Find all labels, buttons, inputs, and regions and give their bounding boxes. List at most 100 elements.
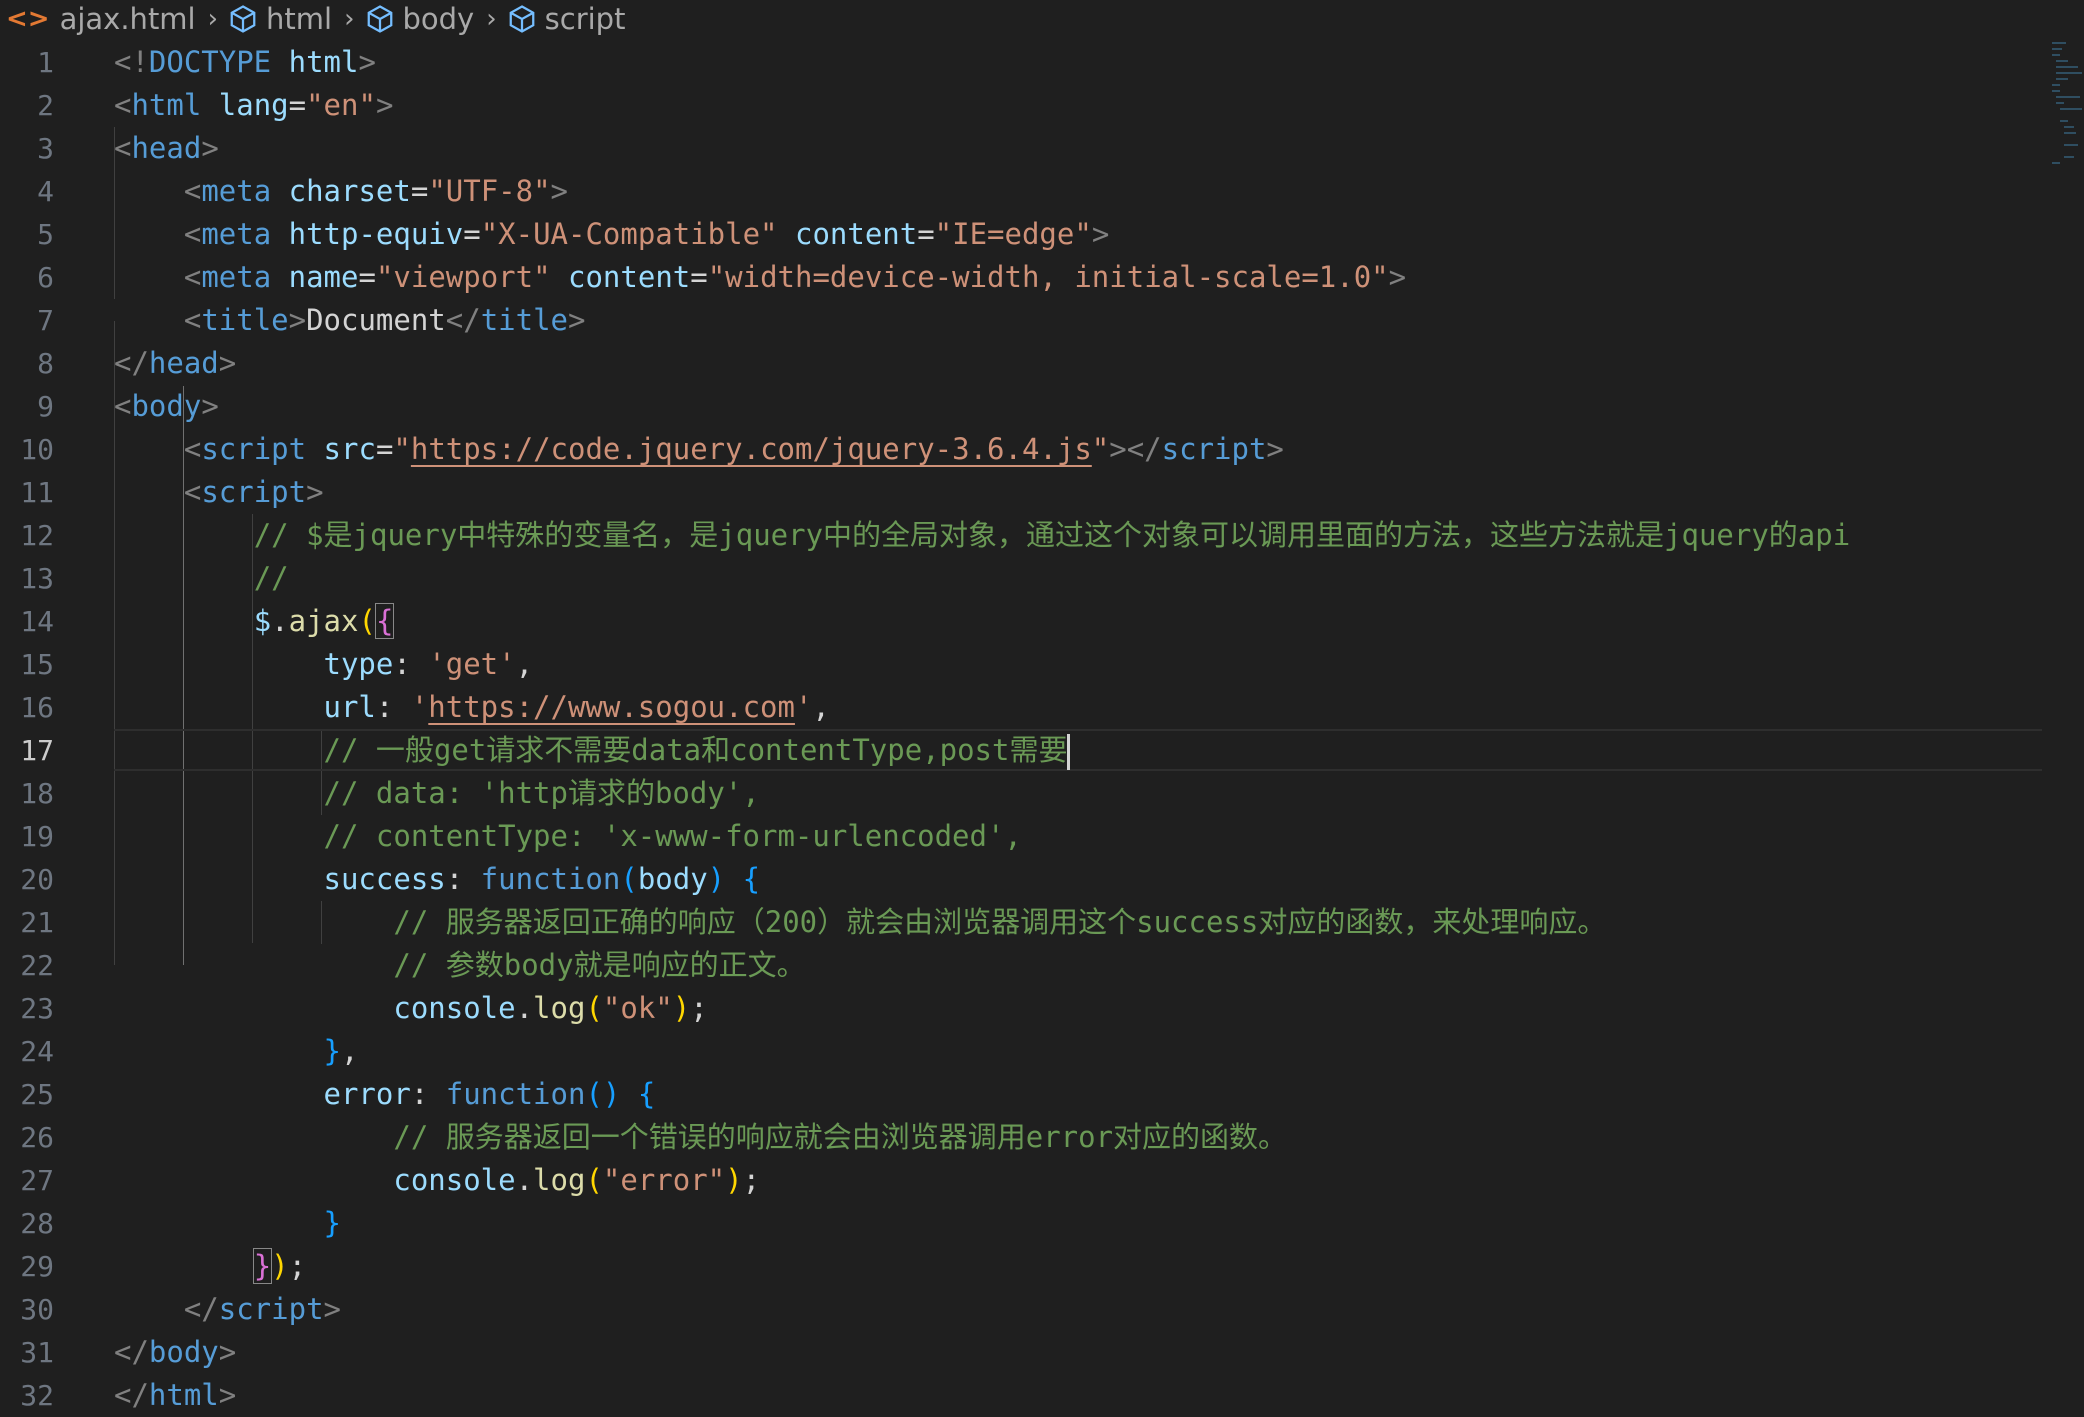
code-line[interactable]: 16 url: 'https://www.sogou.com',: [0, 686, 2084, 729]
text-cursor: [1067, 734, 1071, 770]
code-line[interactable]: 6 <meta name="viewport" content="width=d…: [0, 256, 2084, 299]
line-number: 5: [37, 218, 54, 251]
comment: //: [253, 561, 289, 595]
code-line[interactable]: 32 </html>: [0, 1374, 2084, 1417]
code-line[interactable]: 23 console.log("ok");: [0, 987, 2084, 1030]
line-content: // $是jquery中特殊的变量名，是jquery中的全局对象，通过这个对象可…: [114, 514, 1851, 557]
breadcrumb-file[interactable]: ajax.html: [60, 2, 196, 36]
code-line[interactable]: 5 <meta http-equiv="X-UA-Compatible" con…: [0, 213, 2084, 256]
line-content: <body>: [114, 389, 219, 423]
line-number: 21: [20, 906, 54, 939]
line-number: 24: [20, 1035, 54, 1068]
sogou-url-link[interactable]: https://www.sogou.com: [428, 690, 795, 724]
line-number: 31: [20, 1336, 54, 1369]
jquery-url-link[interactable]: https://code.jquery.com/jquery-3.6.4.js: [411, 432, 1092, 466]
line-content: <!DOCTYPE html>: [114, 45, 376, 79]
code-line-active[interactable]: 17 // 一般get请求不需要data和contentType,post需要: [0, 729, 2084, 772]
code-line[interactable]: 15 type: 'get',: [0, 643, 2084, 686]
line-number: 18: [20, 777, 54, 810]
code-line[interactable]: 12 // $是jquery中特殊的变量名，是jquery中的全局对象，通过这个…: [0, 514, 2084, 557]
code-line[interactable]: 1 <!DOCTYPE html>: [0, 41, 2084, 84]
code-line[interactable]: 31 </body>: [0, 1331, 2084, 1374]
code-line[interactable]: 18 // data: 'http请求的body',: [0, 772, 2084, 815]
comment: // 一般get请求不需要data和contentType,post需要: [323, 733, 1068, 767]
code-line[interactable]: 26 // 服务器返回一个错误的响应就会由浏览器调用error对应的函数。: [0, 1116, 2084, 1159]
line-content: <meta charset="UTF-8">: [183, 174, 568, 208]
line-content: </html>: [114, 1378, 237, 1412]
line-content: }: [323, 1206, 341, 1240]
line-number: 32: [20, 1379, 54, 1412]
line-number: 16: [20, 691, 54, 724]
comment: // data: 'http请求的body',: [323, 776, 760, 810]
line-number: 17: [20, 734, 54, 767]
line-number: 12: [20, 519, 54, 552]
comment: // $是jquery中特殊的变量名，是jquery中的全局对象，通过这个对象可…: [253, 518, 1851, 552]
line-content: // 服务器返回一个错误的响应就会由浏览器调用error对应的函数。: [114, 1116, 1287, 1159]
code-line[interactable]: 29 });: [0, 1245, 2084, 1288]
line-number: 23: [20, 992, 54, 1025]
code-line[interactable]: 3 <head>: [0, 127, 2084, 170]
code-line[interactable]: 24 },: [0, 1030, 2084, 1073]
line-content: // 服务器返回正确的响应（200）就会由浏览器调用这个success对应的函数…: [114, 901, 1606, 944]
code-line[interactable]: 10 <script src="https://code.jquery.com/…: [0, 428, 2084, 471]
line-number: 4: [37, 175, 54, 208]
breadcrumb-body[interactable]: body: [365, 2, 475, 36]
breadcrumb-html[interactable]: html: [228, 2, 332, 36]
code-line[interactable]: 13 //: [0, 557, 2084, 600]
line-number: 20: [20, 863, 54, 896]
line-number: 3: [37, 132, 54, 165]
line-content: </head>: [114, 346, 237, 380]
line-content: // data: 'http请求的body',: [114, 772, 760, 815]
cube-icon: [230, 5, 256, 33]
comment: // 服务器返回一个错误的响应就会由浏览器调用error对应的函数。: [393, 1120, 1288, 1154]
line-number: 14: [20, 605, 54, 638]
chevron-right-icon: ›: [344, 4, 355, 34]
line-number: 26: [20, 1121, 54, 1154]
code-line[interactable]: 19 // contentType: 'x-www-form-urlencode…: [0, 815, 2084, 858]
breadcrumb-script[interactable]: script: [507, 2, 625, 36]
code-line[interactable]: 20 success: function(body) {: [0, 858, 2084, 901]
comment: // 参数body就是响应的正文。: [393, 948, 806, 982]
chevron-right-icon: ›: [486, 4, 497, 34]
breadcrumb-html-label: html: [266, 2, 333, 36]
comment: // contentType: 'x-www-form-urlencoded',: [323, 819, 1022, 853]
code-line[interactable]: 8 </head>: [0, 342, 2084, 385]
line-number: 11: [20, 476, 54, 509]
line-number: 6: [37, 261, 54, 294]
code-line[interactable]: 27 console.log("error");: [0, 1159, 2084, 1202]
code-line[interactable]: 25 error: function() {: [0, 1073, 2084, 1116]
code-line[interactable]: 4 <meta charset="UTF-8">: [0, 170, 2084, 213]
comment: // 服务器返回正确的响应（200）就会由浏览器调用这个success对应的函数…: [393, 905, 1607, 939]
line-number: 27: [20, 1164, 54, 1197]
line-number: 28: [20, 1207, 54, 1240]
line-number: 15: [20, 648, 54, 681]
line-content: <script>: [183, 475, 324, 509]
code-line[interactable]: 28 }: [0, 1202, 2084, 1245]
line-content: type: 'get',: [323, 647, 534, 681]
cube-icon: [367, 5, 392, 33]
code-editor[interactable]: 1 <!DOCTYPE html> 2 <html lang="en"> 3 <hea…: [0, 41, 2084, 1415]
code-line[interactable]: 22 // 参数body就是响应的正文。: [0, 944, 2084, 987]
line-content: <meta http-equiv="X-UA-Compatible" conte…: [183, 217, 1110, 251]
code-line[interactable]: 21 // 服务器返回正确的响应（200）就会由浏览器调用这个success对应…: [0, 901, 2084, 944]
line-content: url: 'https://www.sogou.com',: [323, 690, 830, 724]
line-content: console.log("ok");: [393, 991, 708, 1025]
code-line[interactable]: 7 <title>Document</title>: [0, 299, 2084, 342]
line-content: },: [323, 1034, 359, 1068]
line-number: 7: [37, 304, 54, 337]
breadcrumb: <> ajax.html › html › body › script: [0, 0, 2084, 38]
code-line[interactable]: 11 <script>: [0, 471, 2084, 514]
line-content: <title>Document</title>: [183, 303, 586, 337]
line-number: 1: [37, 46, 54, 79]
line-content: // contentType: 'x-www-form-urlencoded',: [114, 815, 1022, 858]
line-content: // 参数body就是响应的正文。: [114, 944, 806, 987]
code-line[interactable]: 30 </script>: [0, 1288, 2084, 1331]
code-line[interactable]: 2 <html lang="en">: [0, 84, 2084, 127]
line-number: 19: [20, 820, 54, 853]
line-content: //: [114, 557, 289, 600]
cube-icon: [509, 5, 535, 33]
breadcrumb-body-label: body: [402, 2, 475, 36]
html-file-icon: <>: [6, 4, 50, 34]
code-line[interactable]: 14 $.ajax({: [0, 600, 2084, 643]
code-line[interactable]: 9 <body>: [0, 385, 2084, 428]
